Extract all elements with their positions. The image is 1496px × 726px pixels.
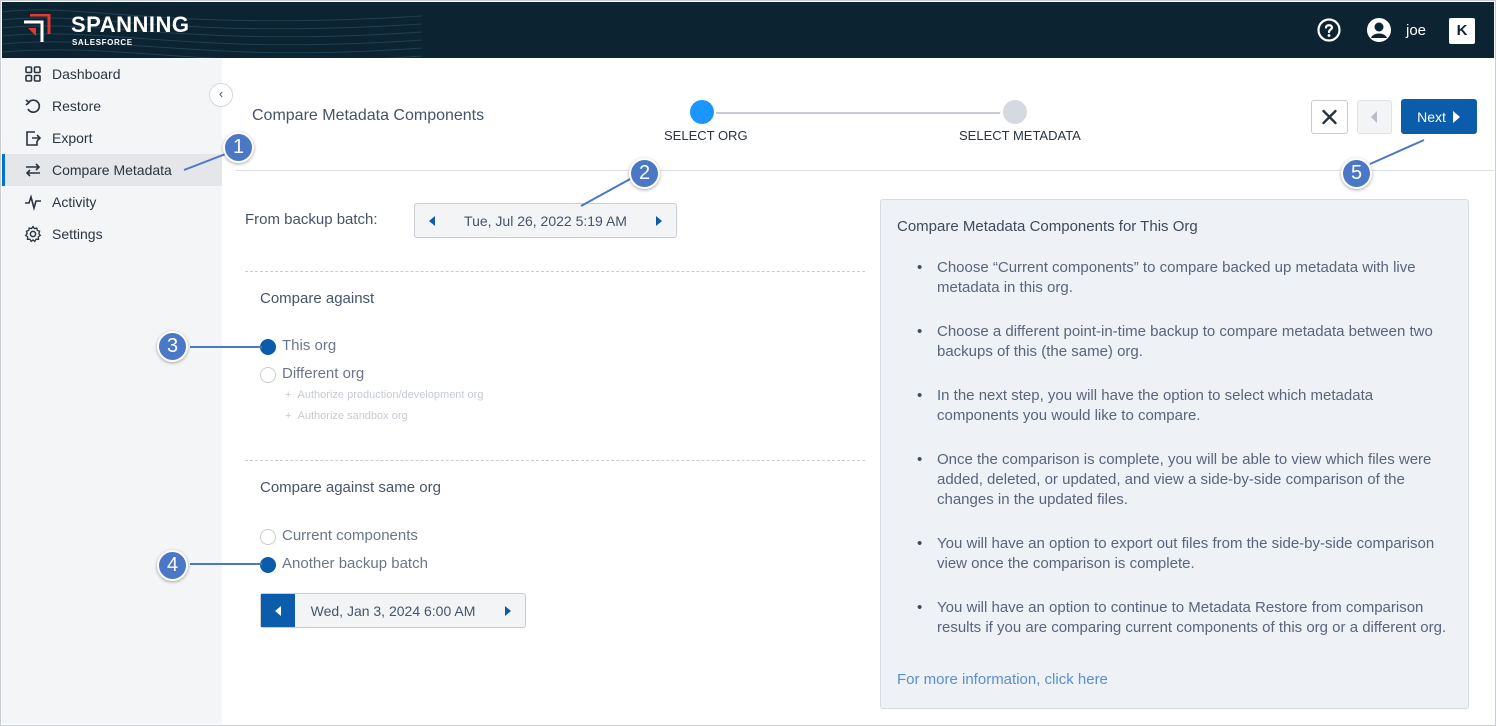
step-indicator-select-metadata bbox=[1003, 100, 1027, 124]
header-divider bbox=[236, 170, 1494, 171]
sidebar-item-dashboard[interactable]: Dashboard bbox=[2, 58, 222, 90]
sidebar-item-label: Settings bbox=[52, 226, 103, 242]
step-indicator-select-org bbox=[690, 100, 714, 124]
sidebar-item-restore[interactable]: Restore bbox=[2, 90, 222, 122]
compare-arrows-icon bbox=[25, 163, 41, 177]
callout-badge-1: 1 bbox=[223, 132, 254, 163]
page-title: Compare Metadata Components bbox=[252, 107, 485, 124]
radio-label-different-org[interactable]: Different org bbox=[282, 365, 364, 382]
stepper-line bbox=[716, 112, 1000, 114]
section-divider bbox=[245, 460, 865, 461]
sidebar-item-activity[interactable]: Activity bbox=[2, 186, 222, 218]
help-icon[interactable] bbox=[1317, 18, 1341, 42]
partner-logo[interactable]: K bbox=[1449, 18, 1475, 44]
callout-badge-5: 5 bbox=[1341, 158, 1372, 189]
spanning-logo-icon[interactable] bbox=[22, 14, 52, 46]
compare-same-org-heading: Compare against same org bbox=[260, 479, 441, 496]
caret-left-icon bbox=[429, 215, 435, 226]
top-header: SPANNING SALESFORCE joe K bbox=[2, 2, 1494, 58]
close-icon bbox=[1322, 109, 1337, 125]
list-item: Choose a different point-in-time backup … bbox=[917, 322, 1447, 362]
sidebar-item-compare-metadata[interactable]: Compare Metadata bbox=[2, 154, 222, 186]
date-next-button[interactable] bbox=[642, 204, 676, 237]
callout-badge-4: 4 bbox=[157, 550, 188, 581]
more-info-link[interactable]: For more information, click here bbox=[897, 671, 1108, 688]
close-button[interactable] bbox=[1311, 100, 1348, 134]
from-backup-date-picker: Tue, Jul 26, 2022 5:19 AM bbox=[414, 203, 677, 238]
callout-badge-2: 2 bbox=[629, 158, 660, 189]
caret-left-icon bbox=[275, 605, 281, 616]
date-prev-button[interactable] bbox=[261, 594, 295, 627]
brand-name: SPANNING bbox=[71, 12, 190, 37]
radio-this-org[interactable] bbox=[260, 339, 276, 355]
caret-left-icon bbox=[1371, 111, 1377, 123]
list-item: Choose “Current components” to compare b… bbox=[917, 258, 1447, 298]
step-label-select-metadata: SELECT METADATA bbox=[959, 128, 1081, 143]
list-item: Once the comparison is complete, you wil… bbox=[917, 450, 1447, 510]
other-backup-date-picker: Wed, Jan 3, 2024 6:00 AM bbox=[260, 593, 526, 628]
sidebar-item-label: Export bbox=[52, 130, 93, 146]
list-item: You will have an option to export out fi… bbox=[917, 534, 1447, 574]
brand-subtitle: SALESFORCE bbox=[72, 38, 133, 47]
user-name[interactable]: joe bbox=[1406, 22, 1426, 39]
callout-badge-3: 3 bbox=[157, 331, 188, 362]
header-wave-pattern bbox=[2, 9, 422, 58]
caret-right-icon bbox=[656, 215, 662, 226]
pulse-icon bbox=[25, 194, 41, 211]
compare-against-heading: Compare against bbox=[260, 290, 375, 307]
export-icon bbox=[26, 131, 42, 146]
sidebar: Dashboard Restore Export Compare Metadat… bbox=[2, 58, 222, 724]
authorize-sandbox-link[interactable]: + Authorize sandbox org bbox=[285, 410, 408, 422]
undo-icon bbox=[25, 99, 41, 114]
radio-different-org[interactable] bbox=[260, 367, 276, 383]
from-backup-date: Tue, Jul 26, 2022 5:19 AM bbox=[464, 212, 627, 229]
sidebar-collapse-button[interactable]: ‹ bbox=[209, 83, 233, 107]
list-item: You will have an option to continue to M… bbox=[917, 598, 1447, 638]
authorize-production-link[interactable]: + Authorize production/development org bbox=[285, 389, 483, 401]
next-button-label: Next bbox=[1417, 108, 1446, 125]
user-avatar-icon[interactable] bbox=[1366, 17, 1392, 43]
radio-label-current-components[interactable]: Current components bbox=[282, 527, 418, 544]
date-prev-button[interactable] bbox=[415, 204, 449, 237]
authorize-sandbox-label: Authorize sandbox org bbox=[297, 410, 408, 422]
sidebar-item-label: Activity bbox=[52, 194, 97, 210]
step-label-select-org: SELECT ORG bbox=[664, 128, 748, 143]
section-divider bbox=[245, 271, 865, 272]
info-panel: Compare Metadata Components for This Org… bbox=[880, 199, 1469, 709]
previous-button[interactable] bbox=[1357, 100, 1392, 134]
radio-current-components[interactable] bbox=[260, 529, 276, 545]
info-bullet-list: Choose “Current components” to compare b… bbox=[917, 258, 1447, 662]
caret-right-icon bbox=[505, 605, 511, 616]
sidebar-item-label: Restore bbox=[52, 98, 102, 114]
sidebar-item-export[interactable]: Export bbox=[2, 122, 222, 154]
grid-icon bbox=[25, 66, 41, 82]
from-backup-label: From backup batch: bbox=[245, 211, 378, 228]
next-button[interactable]: Next bbox=[1401, 99, 1477, 134]
sidebar-item-label: Compare Metadata bbox=[52, 162, 172, 178]
sidebar-item-label: Dashboard bbox=[52, 66, 121, 82]
date-next-button[interactable] bbox=[491, 594, 525, 627]
info-panel-title: Compare Metadata Components for This Org bbox=[897, 218, 1198, 235]
radio-label-this-org[interactable]: This org bbox=[282, 337, 336, 354]
list-item: In the next step, you will have the opti… bbox=[917, 386, 1447, 426]
gear-icon bbox=[24, 225, 42, 243]
caret-right-icon bbox=[1452, 110, 1460, 123]
radio-another-backup-batch[interactable] bbox=[260, 557, 276, 573]
authorize-production-label: Authorize production/development org bbox=[297, 389, 484, 401]
sidebar-item-settings[interactable]: Settings bbox=[2, 218, 222, 250]
radio-label-another-backup-batch[interactable]: Another backup batch bbox=[282, 555, 428, 572]
other-backup-date: Wed, Jan 3, 2024 6:00 AM bbox=[310, 602, 476, 619]
